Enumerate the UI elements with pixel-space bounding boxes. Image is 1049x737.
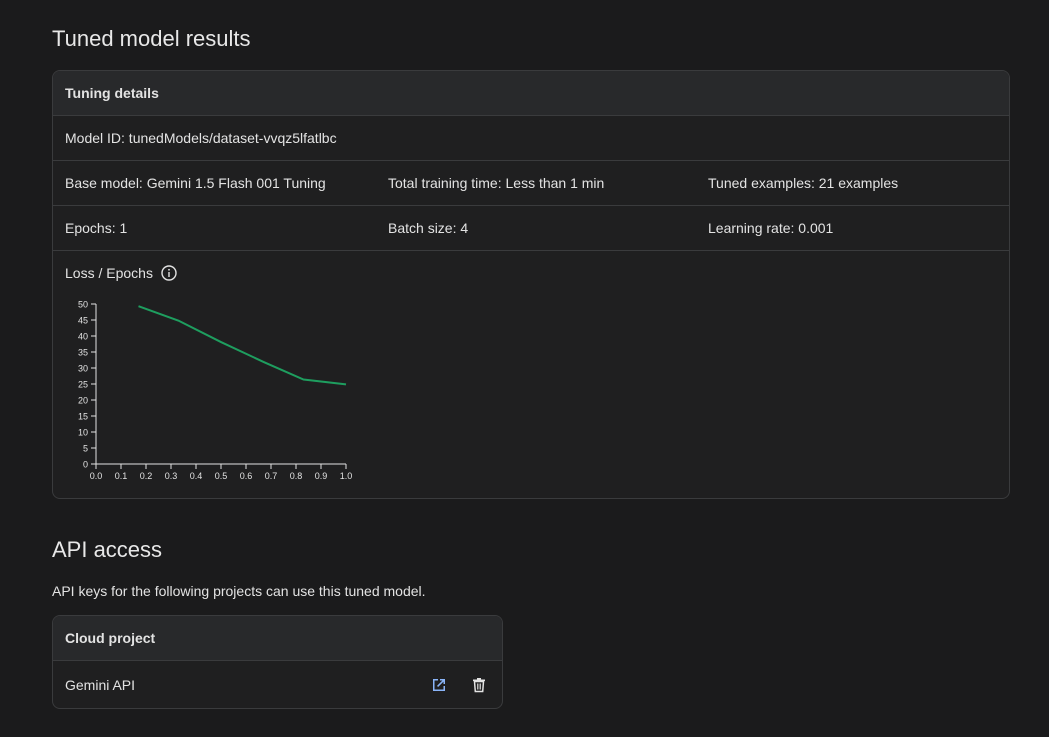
x-tick-label: 0.7 [265, 471, 278, 481]
hyperparams-row: Epochs: 1 Batch size: 4 Learning rate: 0… [53, 206, 1009, 251]
x-tick-label: 0.0 [90, 471, 103, 481]
y-tick-label: 10 [78, 428, 88, 438]
y-tick-label: 30 [78, 364, 88, 374]
tuning-details-card: Tuning details Model ID: tunedModels/dat… [52, 70, 1010, 499]
model-id: Model ID: tunedModels/dataset-vvqz5lfatl… [65, 130, 337, 146]
loss-series-line [138, 305, 347, 386]
open-in-new-icon[interactable] [427, 673, 451, 697]
total-training-time: Total training time: Less than 1 min [388, 175, 605, 191]
y-tick-label: 25 [78, 380, 88, 390]
y-tick-label: 40 [78, 332, 88, 342]
y-tick-label: 20 [78, 396, 88, 406]
loss-chart-section: Loss / Epochs 0 5 10 15 20 25 30 35 40 45 50 0.0 0.1… [53, 251, 1009, 498]
info-icon[interactable] [161, 265, 177, 281]
y-tick-label: 45 [78, 316, 88, 326]
tuning-details-header: Tuning details [53, 71, 1009, 116]
tuned-examples: Tuned examples: 21 examples [708, 175, 899, 191]
x-tick-label: 0.4 [190, 471, 203, 481]
table-row: Gemini API [53, 661, 502, 708]
cloud-project-header: Cloud project [53, 616, 502, 661]
y-tick-label: 0 [83, 460, 88, 470]
y-tick-label: 35 [78, 348, 88, 358]
cloud-project-table: Cloud project Gemini API [52, 615, 503, 709]
trash-icon[interactable] [467, 673, 491, 697]
loss-chart: 0 5 10 15 20 25 30 35 40 45 50 0.0 0.1 0.2 0.3 0.4 0.5 0.… [78, 300, 353, 482]
x-tick-label: 0.8 [290, 471, 303, 481]
x-tick-label: 0.6 [240, 471, 253, 481]
chart-label: Loss / Epochs [65, 265, 153, 281]
api-access-title: API access [52, 537, 163, 562]
project-name: Gemini API [65, 677, 136, 693]
base-model: Base model: Gemini 1.5 Flash 001 Tuning [65, 175, 326, 191]
page-title: Tuned model results [52, 26, 251, 51]
y-tick-label: 5 [83, 444, 88, 454]
y-tick-label: 50 [78, 300, 88, 310]
x-tick-label: 0.5 [215, 471, 228, 481]
x-tick-label: 1.0 [340, 471, 353, 481]
x-tick-label: 0.9 [315, 471, 328, 481]
learning-rate: Learning rate: 0.001 [708, 220, 834, 236]
x-tick-label: 0.1 [115, 471, 128, 481]
chart-label-wrap: Loss / Epochs [65, 265, 177, 281]
x-tick-label: 0.3 [165, 471, 178, 481]
model-id-row: Model ID: tunedModels/dataset-vvqz5lfatl… [53, 116, 1009, 161]
y-tick-label: 15 [78, 412, 88, 422]
api-access-description: API keys for the following projects can … [52, 583, 426, 599]
base-model-row: Base model: Gemini 1.5 Flash 001 Tuning … [53, 161, 1009, 206]
x-tick-label: 0.2 [140, 471, 153, 481]
batch-size: Batch size: 4 [388, 220, 469, 236]
epochs: Epochs: 1 [65, 220, 128, 236]
